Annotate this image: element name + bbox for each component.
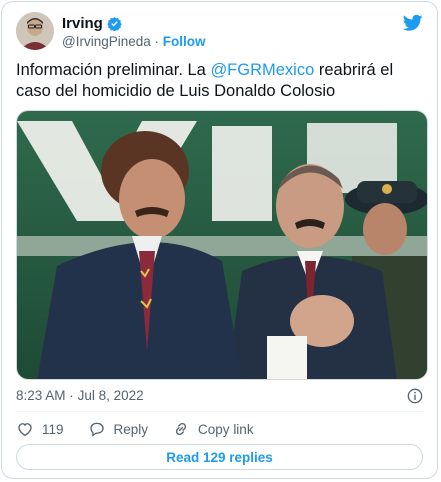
- reply-label: Reply: [113, 421, 149, 437]
- avatar-image: [16, 12, 54, 50]
- tweet-photo[interactable]: [16, 110, 428, 380]
- twitter-bird-icon[interactable]: [403, 14, 423, 32]
- tweet-time: 8:23 AM: [16, 388, 66, 403]
- read-replies-label: Read 129 replies: [166, 449, 273, 465]
- tweet-text: Información preliminar. La @FGRMexico re…: [16, 60, 428, 102]
- divider: [16, 411, 423, 412]
- tweet-date: Jul 8, 2022: [77, 388, 144, 403]
- heart-icon: [18, 423, 32, 437]
- mention-link[interactable]: @FGRMexico: [210, 61, 314, 79]
- handle-separator: ·: [154, 34, 160, 49]
- tweet-card: Irving @IrvingPineda · Follow Informació…: [1, 1, 438, 479]
- verified-badge-icon: [107, 16, 122, 31]
- time-separator: ·: [69, 388, 74, 403]
- avatar[interactable]: [16, 12, 54, 50]
- link-icon: [175, 422, 187, 436]
- reply-button[interactable]: Reply: [88, 420, 149, 438]
- copy-link-button[interactable]: Copy link: [172, 420, 254, 438]
- author-name[interactable]: Irving: [62, 15, 103, 32]
- photo-image: [17, 111, 427, 379]
- reply-icon: [89, 422, 104, 437]
- tweet-text-part: Información preliminar. La: [16, 61, 211, 79]
- tweet-timestamp[interactable]: 8:23 AM · Jul 8, 2022: [16, 388, 144, 403]
- author-handle[interactable]: @IrvingPineda: [62, 34, 151, 49]
- like-button[interactable]: 119: [16, 420, 64, 438]
- copy-link-label: Copy link: [198, 421, 254, 437]
- read-replies-button[interactable]: Read 129 replies: [16, 444, 423, 470]
- tweet-header: Irving @IrvingPineda · Follow: [16, 12, 423, 52]
- author-info: Irving @IrvingPineda · Follow: [62, 15, 206, 49]
- info-icon[interactable]: [407, 388, 423, 404]
- follow-button[interactable]: Follow: [163, 34, 206, 49]
- like-count: 119: [42, 421, 64, 437]
- tweet-actions: 119 Reply Copy link: [16, 420, 278, 438]
